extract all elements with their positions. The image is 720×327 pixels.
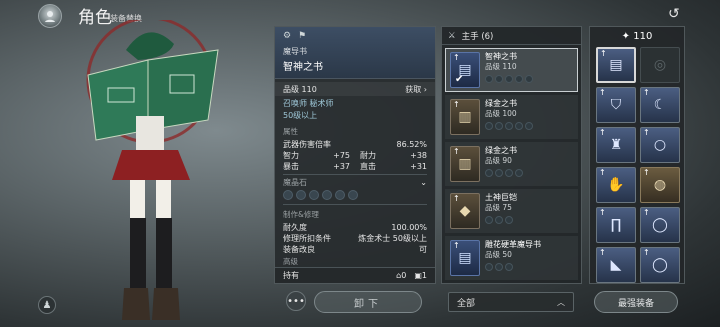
grade-label: 品级 110 — [283, 84, 317, 94]
item-name: 智神之书 — [283, 62, 323, 73]
check-icon: ✔ — [455, 74, 464, 85]
gear-score: ✦ 110 — [621, 30, 653, 42]
inventory-icon: ▣1 — [414, 271, 427, 280]
sword-icon: ⚔ — [448, 30, 456, 41]
class-requirement: 召唤师 秘术师 — [283, 99, 334, 108]
craft-label: 制作&修理 — [283, 210, 319, 219]
list-item[interactable]: ↑ ▥ 绿金之书 品级 100 — [445, 95, 578, 139]
more-options-button[interactable]: ••• — [286, 291, 306, 311]
book-icon: ↑ ▥ — [450, 99, 480, 135]
unequip-button[interactable]: 卸下 — [314, 291, 422, 313]
durability-row: 耐久度 100.00% — [283, 223, 427, 232]
back-arrow-icon[interactable]: ↺ — [668, 6, 680, 22]
list-item[interactable]: ↑ ▤ ✔ 智神之书 品级 110 — [445, 48, 578, 92]
character-avatar-icon[interactable] — [38, 4, 62, 28]
item-type: 魔导书 — [283, 47, 307, 56]
list-item[interactable]: ↑ ▤ 雕花硬革魔导书 品级 50 — [445, 236, 578, 280]
slot-ring-1[interactable]: ↑ ◯ — [640, 207, 680, 243]
list-item[interactable]: ↑ ▥ 绿金之书 品级 90 — [445, 142, 578, 186]
book-icon: ↑ ▥ — [450, 146, 480, 182]
slot-bracelet[interactable]: ↑ ◍ — [640, 167, 680, 203]
item-detail-panel: ⚙ ⚑ 魔导书 智神之书 品级 110 获取 › 召唤师 秘术师 50级以上 属性… — [274, 26, 436, 284]
slot-feet[interactable]: ↑ ◣ — [596, 247, 636, 283]
slot-legs[interactable]: ↑ ∏ — [596, 207, 636, 243]
level-requirement: 50级以上 — [283, 111, 318, 120]
repair-row: 修理所扣条件 炼金术士 50级以上 — [283, 234, 427, 243]
book-icon: ↑ ▤ ✔ — [450, 52, 480, 88]
grade-row: 品级 110 获取 › — [275, 82, 435, 96]
equipment-panel: ✦ 110 ↑ ▤ ◎ ↑ ⛉ ↑ ☾ ↑ ♜ ↑ ○ ↑ ✋ ↑ ◍ ↑ ∏ ↑ ◯ ↑ ◣ ↑ ◯ — [589, 26, 685, 284]
reforge-row: 装备改良可 — [283, 245, 427, 254]
slot-body[interactable]: ↑ ♜ — [596, 127, 636, 163]
armor-icon: ↑ ◆ — [450, 193, 480, 229]
best-gear-button[interactable]: 最强装备 — [594, 291, 678, 313]
stat-row-2: 暴击 +37 直击 +31 — [283, 162, 427, 171]
attributes-label: 属性 — [283, 127, 298, 136]
slot-off-hand[interactable]: ◎ — [640, 47, 680, 83]
slot-necklace[interactable]: ↑ ○ — [640, 127, 680, 163]
filter-select[interactable]: 全部 ︿ — [448, 292, 574, 312]
slot-head[interactable]: ↑ ⛉ — [596, 87, 636, 123]
chevron-up-icon: ︿ — [557, 297, 565, 307]
item-detail-header: ⚙ ⚑ 魔导书 智神之书 — [275, 27, 435, 79]
list-item[interactable]: ↑ ◆ 土神巨铠 品级 75 — [445, 189, 578, 233]
character-model-image — [86, 20, 219, 320]
star-icon: ✦ — [621, 30, 631, 42]
stat-weapon-damage: 武器伤害倍率 86.52% — [283, 140, 427, 149]
item-list-panel: ⚔ 主手 (6) ↑ ▤ ✔ 智神之书 品级 110 ↑ ▥ 绿金之书 品级 100 … — [441, 26, 582, 284]
slot-ring-2[interactable]: ↑ ◯ — [640, 247, 680, 283]
stat-row-1: 智力 +75 耐力 +38 — [283, 151, 427, 160]
slot-earring[interactable]: ↑ ☾ — [640, 87, 680, 123]
magic-stone-header[interactable]: 魔晶石 ⌄ — [275, 177, 435, 188]
slot-main-hand[interactable]: ↑ ▤ — [596, 47, 636, 83]
acquire-link[interactable]: 获取 › — [405, 84, 427, 95]
book-icon: ↑ ▤ — [450, 240, 480, 276]
storage-icon: ⌂0 — [396, 271, 407, 280]
compare-icon[interactable]: ⚙ — [283, 31, 294, 42]
chevron-down-icon[interactable]: ⌄ — [420, 177, 427, 188]
owned-row: 持有 ⌂0 ▣1 — [275, 267, 435, 283]
list-header: ⚔ 主手 (6) — [442, 27, 581, 45]
lock-icon[interactable]: ⚑ — [298, 31, 309, 42]
character-toggle-icon[interactable]: ♟ — [38, 296, 56, 314]
slot-hands[interactable]: ↑ ✋ — [596, 167, 636, 203]
magic-stone-slots — [275, 188, 435, 202]
